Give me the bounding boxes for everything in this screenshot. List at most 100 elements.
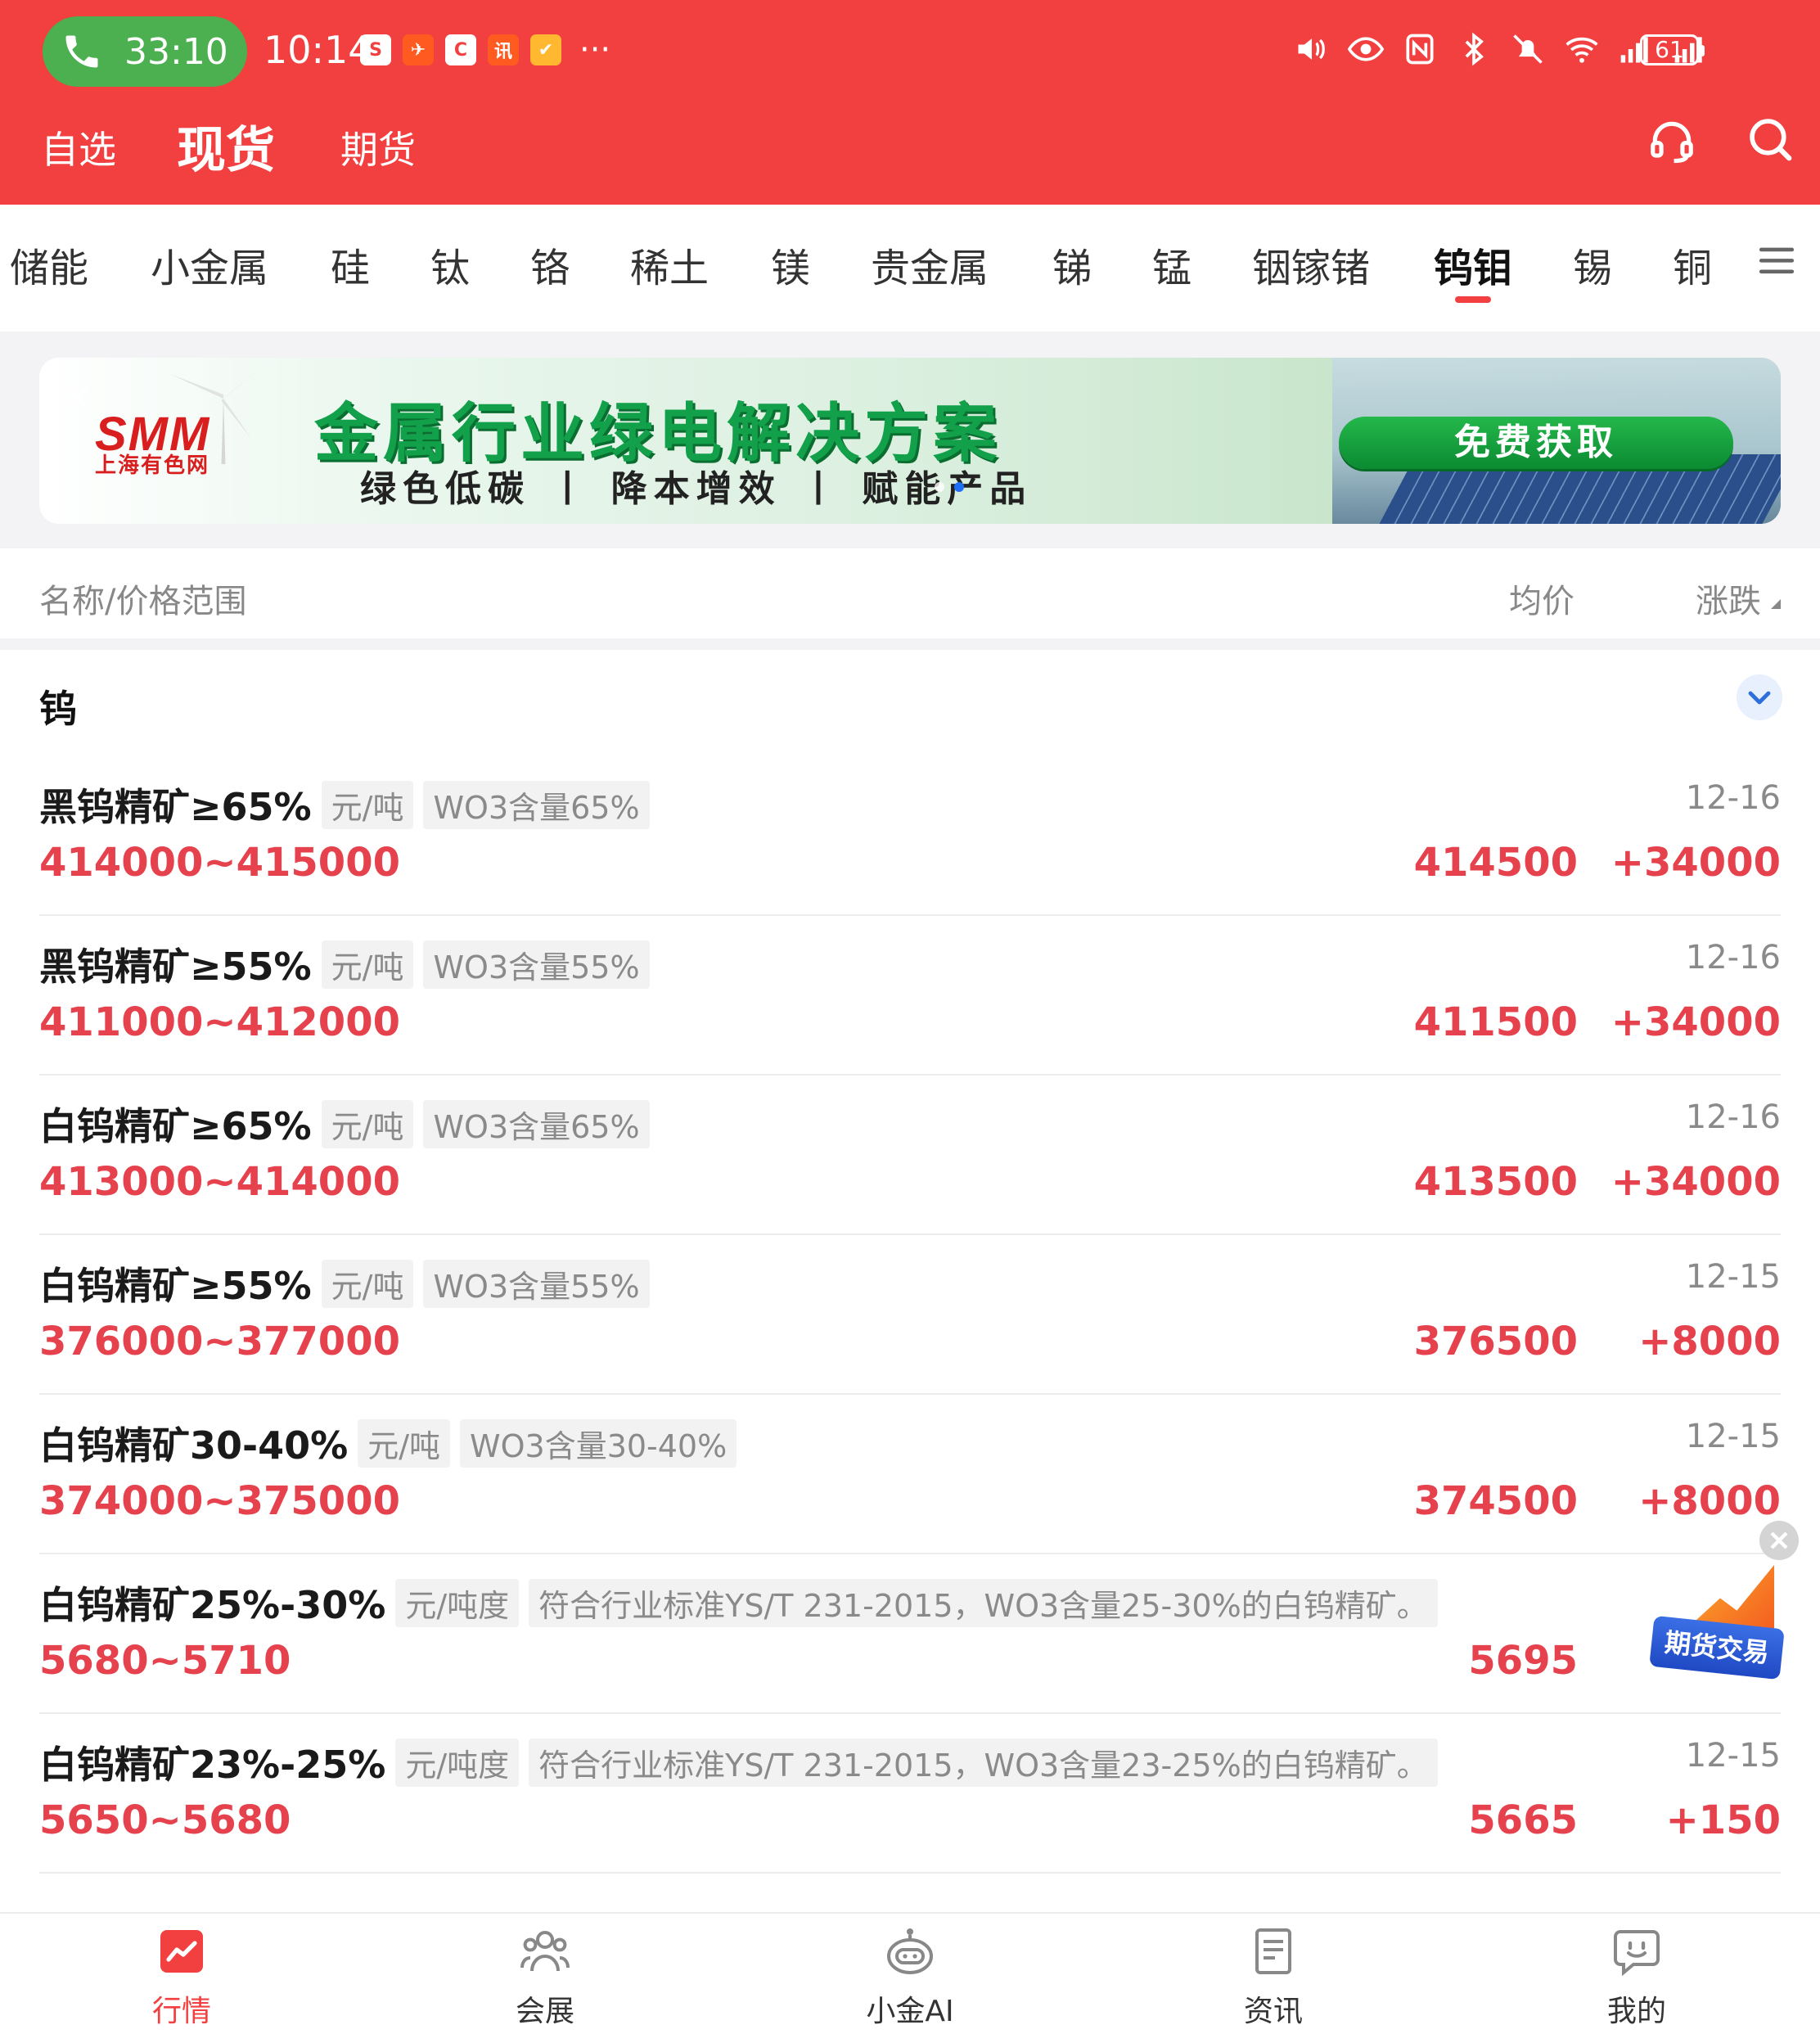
average-price: 376500: [1413, 1319, 1578, 1364]
category-tab-chromium[interactable]: 铬: [530, 236, 570, 293]
price-range: 374000~375000: [39, 1478, 400, 1524]
more-notifications-icon: ···: [579, 31, 611, 69]
price-date: 12-15: [1685, 1258, 1781, 1296]
list-item[interactable]: 白钨精矿25%-30% 元/吨度 符合行业标准YS/T 231-2015，WO3…: [0, 1554, 1820, 1714]
category-tabs: 储能 小金属 硅 钛 铬 稀土 镁 贵金属 锑 锰 铟镓锗 钨钼 锡 铜: [0, 205, 1820, 331]
category-tab-precious-metals[interactable]: 贵金属: [871, 236, 989, 293]
robot-icon: [887, 1928, 933, 1974]
price-change: +8000: [1638, 1478, 1781, 1524]
market-type-tabs: 自选 现货 期货: [0, 102, 1820, 205]
float-close-icon[interactable]: [1759, 1521, 1799, 1560]
headset-icon[interactable]: [1647, 115, 1697, 166]
unit-tag: 元/吨: [321, 940, 414, 989]
phone-icon: [65, 35, 98, 68]
futures-trading-float-button[interactable]: 期货交易: [1649, 1565, 1785, 1680]
price-range: 411000~412000: [39, 999, 400, 1045]
nav-ai-assistant[interactable]: 小金AI: [820, 1925, 1000, 2040]
category-tab-tungsten-molybdenum[interactable]: 钨钼: [1434, 236, 1512, 293]
category-tab-magnesium[interactable]: 镁: [771, 236, 810, 293]
menu-icon[interactable]: [1758, 244, 1795, 277]
category-tab-rare-earth[interactable]: 稀土: [630, 236, 709, 293]
price-change: +150: [1665, 1797, 1781, 1843]
notification-icons: S ✈ C 讯 ✔ ···: [360, 31, 611, 69]
banner-close-icon[interactable]: [64, 384, 92, 412]
banner-subtitle: 绿色低碳 丨 降本增效 丨 赋能产品: [360, 468, 1033, 510]
unit-tag: 元/吨度: [395, 1738, 520, 1787]
average-price: 413500: [1413, 1159, 1578, 1205]
item-name: 黑钨精矿≥65%: [39, 785, 312, 829]
search-icon[interactable]: [1745, 114, 1795, 165]
category-tab-copper[interactable]: 铜: [1673, 236, 1712, 293]
category-tab-tin[interactable]: 锡: [1573, 236, 1612, 293]
mute-bell-icon: [1513, 34, 1543, 64]
price-list: 黑钨精矿≥65% 元/吨 WO3含量65% 12-16 414000~41500…: [0, 756, 1820, 1874]
unit-tag: 元/吨: [321, 780, 414, 829]
eye-icon: [1347, 37, 1385, 61]
category-tab-indium-gallium-germanium[interactable]: 铟镓锗: [1252, 236, 1370, 293]
unit-tag: 元/吨: [321, 1259, 414, 1308]
average-price: 5665: [1468, 1797, 1578, 1843]
item-name: 白钨精矿30-40%: [39, 1423, 349, 1468]
orange-app-icon: ✔: [530, 34, 561, 65]
category-tab-silicon[interactable]: 硅: [331, 236, 370, 293]
category-tab-manganese[interactable]: 锰: [1152, 236, 1192, 293]
item-name: 白钨精矿≥55%: [39, 1264, 312, 1308]
clock: 10:14: [264, 28, 372, 72]
list-item[interactable]: 白钨精矿≥55% 元/吨 WO3含量55% 12-15 376000~37700…: [0, 1235, 1820, 1395]
people-icon: [520, 1931, 570, 1972]
list-item[interactable]: 白钨精矿≥65% 元/吨 WO3含量65% 12-16 413000~41400…: [0, 1076, 1820, 1235]
category-tab-minor-metals[interactable]: 小金属: [151, 236, 268, 293]
bluetooth-icon: [1465, 32, 1484, 66]
nav-exhibition[interactable]: 会展: [455, 1925, 635, 2040]
price-range: 5650~5680: [39, 1797, 291, 1843]
tab-spot[interactable]: 现货: [177, 110, 275, 182]
section-divider: [0, 638, 1820, 650]
app-header: 33:10 10:14 S ✈ C 讯 ✔ ··· 61 自选 现货 期货: [0, 0, 1820, 205]
category-tab-antimony[interactable]: 锑: [1052, 236, 1092, 293]
tab-futures[interactable]: 期货: [340, 120, 416, 174]
price-date: 12-15: [1685, 1737, 1781, 1775]
category-tab-titanium[interactable]: 钛: [430, 236, 470, 293]
chevron-down-icon[interactable]: [1737, 674, 1782, 720]
chart-icon: [160, 1930, 203, 1973]
nfc-icon: [1406, 34, 1434, 65]
news-app-icon: 讯: [488, 34, 519, 65]
section-title: 钨: [39, 687, 77, 731]
column-change[interactable]: 涨跌: [1696, 575, 1761, 622]
spec-tag: WO3含量55%: [423, 940, 650, 989]
price-date: 12-16: [1685, 779, 1781, 817]
battery-icon: 61: [1640, 34, 1705, 65]
smm-logo: SMM 上海有色网: [95, 408, 211, 478]
volume-icon: [1298, 38, 1325, 60]
price-change: +34000: [1611, 999, 1781, 1045]
profile-icon: [1614, 1930, 1660, 1977]
wifi-icon: [1565, 37, 1598, 63]
price-change: +8000: [1638, 1319, 1781, 1364]
banner-cta-button[interactable]: 免费获取: [1339, 417, 1733, 469]
nav-profile[interactable]: 我的: [1547, 1925, 1727, 2040]
price-range: 414000~415000: [39, 840, 400, 886]
tab-watchlist[interactable]: 自选: [41, 120, 116, 174]
list-item[interactable]: 白钨精矿23%-25% 元/吨度 符合行业标准YS/T 231-2015，WO3…: [0, 1714, 1820, 1874]
list-item[interactable]: 黑钨精矿≥55% 元/吨 WO3含量55% 12-16 411000~41200…: [0, 916, 1820, 1076]
sort-triangle-icon[interactable]: [1771, 599, 1781, 609]
category-tab-energy-storage[interactable]: 储能: [10, 236, 88, 293]
c-app-icon: C: [445, 34, 476, 65]
nav-market[interactable]: 行情: [92, 1925, 272, 2040]
unit-tag: 元/吨: [358, 1418, 451, 1468]
spec-tag: WO3含量65%: [423, 780, 650, 829]
call-duration: 33:10: [124, 30, 228, 73]
ongoing-call-pill[interactable]: 33:10: [43, 16, 247, 87]
price-list-header: 名称/价格范围 均价 涨跌: [0, 548, 1820, 638]
nav-news[interactable]: 资讯: [1183, 1925, 1363, 2040]
item-name: 白钨精矿≥65%: [39, 1104, 312, 1148]
section-header-tungsten[interactable]: 钨: [0, 650, 1820, 756]
list-item[interactable]: 白钨精矿30-40% 元/吨 WO3含量30-40% 12-15 374000~…: [0, 1395, 1820, 1554]
spec-tag: 符合行业标准YS/T 231-2015，WO3含量23-25%的白钨精矿。: [529, 1738, 1438, 1787]
ad-banner[interactable]: SMM 上海有色网 金属行业绿电解决方案 绿色低碳 丨 降本增效 丨 赋能产品 …: [39, 358, 1781, 524]
list-item[interactable]: 黑钨精矿≥65% 元/吨 WO3含量65% 12-16 414000~41500…: [0, 756, 1820, 916]
price-range: 413000~414000: [39, 1159, 400, 1205]
unit-tag: 元/吨: [321, 1099, 414, 1148]
price-range: 5680~5710: [39, 1638, 291, 1684]
average-price: 374500: [1413, 1478, 1578, 1524]
